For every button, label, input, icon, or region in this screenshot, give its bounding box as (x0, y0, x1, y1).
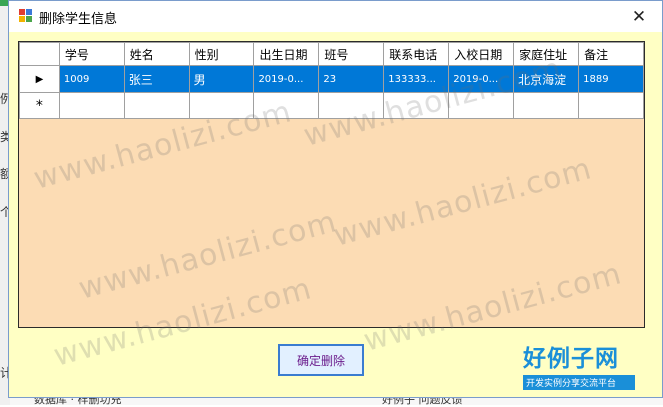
table-cell[interactable]: 张三 (123, 65, 190, 93)
table-cell[interactable]: 1009 (58, 65, 125, 93)
table-cell[interactable]: 1889 (578, 65, 644, 93)
column-header[interactable]: 姓名 (123, 42, 190, 66)
logo-main-text: 好例子网 (523, 346, 619, 372)
column-header[interactable]: 备注 (578, 42, 644, 66)
column-header[interactable]: 学号 (58, 42, 125, 66)
close-button[interactable]: ✕ (616, 1, 662, 32)
app-icon (19, 9, 33, 23)
confirm-delete-button[interactable]: 确定删除 (278, 344, 364, 376)
table-cell[interactable] (123, 92, 190, 119)
window-title: 删除学生信息 (39, 12, 118, 27)
site-logo: 好例子网 开发实例分享交流平台 (523, 346, 635, 390)
title-bar: 删除学生信息 ✕ (9, 1, 662, 32)
row-header-corner (19, 42, 60, 66)
table-cell[interactable] (58, 92, 125, 119)
close-icon: ✕ (631, 6, 647, 27)
table-cell[interactable] (513, 92, 580, 119)
table-cell[interactable]: 2019-0... (253, 65, 320, 93)
column-header[interactable]: 联系电话 (383, 42, 450, 66)
row-indicator-icon[interactable]: ▶ (19, 65, 60, 93)
logo-sub-text: 开发实例分享交流平台 (523, 375, 635, 390)
column-header[interactable]: 出生日期 (253, 42, 320, 66)
table-cell[interactable]: 23 (318, 65, 385, 93)
column-header[interactable]: 班号 (318, 42, 385, 66)
new-row-asterisk-icon[interactable]: * (19, 92, 60, 119)
table-cell[interactable]: 男 (188, 65, 255, 93)
column-header[interactable]: 性别 (188, 42, 255, 66)
table-cell[interactable] (578, 92, 644, 119)
column-header[interactable]: 入校日期 (448, 42, 515, 66)
